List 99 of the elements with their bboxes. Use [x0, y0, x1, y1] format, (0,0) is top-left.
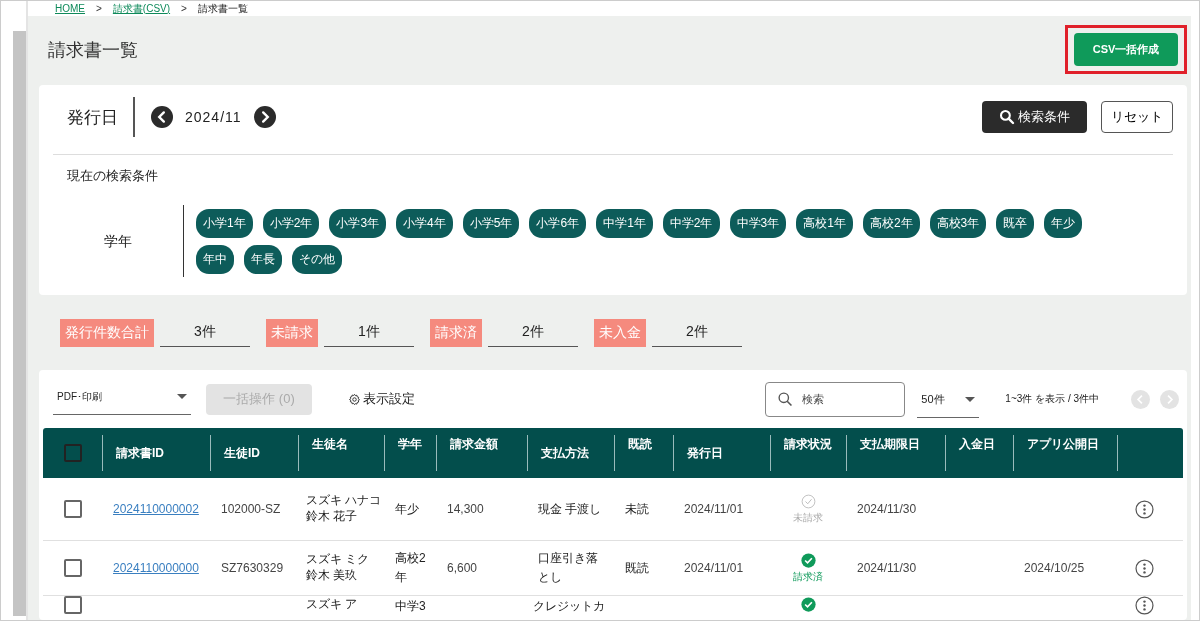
grade-label: 学年: [53, 205, 184, 277]
grade-chip: 小学4年: [396, 208, 453, 238]
grade-chip: 小学3年: [329, 208, 387, 238]
student-kana: スズキ ミク: [306, 551, 371, 566]
csv-create-button[interactable]: CSV一括作成: [1074, 33, 1178, 66]
display-settings-button[interactable]: 表示設定: [342, 389, 421, 409]
grade-chip: 高校3年: [929, 208, 987, 238]
table-cell: 102000-SZ: [221, 502, 281, 516]
table-cell: 未読: [625, 500, 649, 518]
table-cell-text: 高校2年: [395, 550, 427, 586]
grade-chip: 高校2年: [862, 208, 920, 238]
student-name: 鈴木 花子: [306, 507, 359, 525]
page-title: 請求書一覧: [48, 38, 138, 62]
table-cell: 6,600: [447, 561, 478, 575]
check-circle-icon: [800, 552, 816, 568]
summary-value: 1件: [324, 318, 414, 347]
column-header: 学年: [398, 436, 422, 453]
check-circle-icon: [800, 597, 816, 612]
previous-month-button[interactable]: [151, 106, 173, 128]
page-range: 1~3件 を表示 / 3件中: [1005, 392, 1099, 406]
print-select[interactable]: PDF･印刷: [53, 383, 191, 415]
caret-icon: [965, 397, 976, 402]
column-header: 入金日: [959, 436, 995, 453]
table-cell: 2024/11/30: [857, 502, 917, 516]
more-options-icon[interactable]: [1135, 596, 1154, 615]
summary-label: 未入金: [594, 319, 646, 347]
breadcrumb-link[interactable]: 請求書(CSV): [112, 1, 171, 16]
row-checkbox[interactable]: [63, 596, 82, 614]
summary-label: 請求済: [430, 319, 482, 347]
grade-chip: 高校1年: [796, 208, 853, 238]
date-label: 発行日: [67, 106, 119, 129]
table-cell-text: クレジットカ: [533, 598, 605, 615]
column-header: 支払期限日: [860, 436, 920, 453]
student-kana: スズキ ア: [306, 597, 359, 611]
invoice-id-link[interactable]: 2024110000002: [113, 502, 199, 516]
billing-status: 未請求: [793, 510, 823, 525]
grade-chip: 小学5年: [462, 208, 520, 238]
breadcrumb-separator: >: [181, 3, 187, 14]
row-checkbox[interactable]: [63, 500, 82, 518]
summary-label: 発行件数合計: [60, 319, 154, 347]
grade-chip: 年中: [196, 244, 234, 274]
summary-value: 2件: [652, 318, 742, 347]
table-cell: 14,300: [447, 502, 484, 516]
column-header: 請求状況: [784, 436, 832, 453]
breadcrumb-separator: >: [96, 3, 102, 14]
table-cell: 2024/11/01: [684, 561, 744, 575]
gear-icon: [348, 392, 361, 406]
table-cell: 既読: [625, 559, 649, 577]
table-cell: 2024/11/01: [684, 502, 744, 516]
grade-chip: 小学1年: [196, 208, 253, 238]
search-conditions-button[interactable]: 検索条件: [982, 101, 1087, 133]
column-header: アプリ公開日: [1027, 436, 1099, 453]
breadcrumb-link[interactable]: HOME: [55, 3, 85, 14]
current-conditions-label: 現在の検索条件: [66, 167, 159, 185]
grade-chip: 中学1年: [596, 208, 653, 238]
table-cell-text: 現金 手渡し: [538, 500, 602, 518]
row-checkbox[interactable]: [63, 559, 82, 577]
summary-value: 3件: [160, 318, 250, 347]
table-cell-text: 中学3: [395, 598, 426, 615]
search-icon: [999, 109, 1015, 125]
check-circle-icon: [800, 493, 816, 509]
column-header: 生徒ID: [224, 444, 260, 462]
grade-chip: 中学3年: [729, 208, 787, 238]
more-options-icon[interactable]: [1135, 499, 1154, 519]
grade-chip: 年少: [1044, 208, 1083, 238]
grade-chip: 小学2年: [262, 208, 320, 238]
column-header: 発行日: [687, 444, 723, 462]
column-header: 生徒名: [312, 436, 348, 453]
search-field[interactable]: 検索: [765, 381, 906, 417]
student-name: 鈴木 美玖: [306, 566, 359, 584]
search-icon: [777, 390, 795, 408]
column-header: 請求金額: [450, 436, 498, 453]
page-size-select[interactable]: 50件: [917, 380, 980, 418]
table-cell: 2024/11/30: [857, 561, 917, 575]
table-cell-text: 年少: [395, 500, 419, 518]
table-cell: 2024/10/25: [1024, 561, 1085, 575]
summary-value: 2件: [488, 318, 578, 347]
billing-status: 請求済: [793, 569, 823, 584]
grade-chip: 既卒: [996, 208, 1035, 238]
summary-label: 未請求: [266, 319, 318, 347]
next-month-button[interactable]: [253, 106, 276, 128]
reset-button[interactable]: リセット: [1101, 101, 1173, 133]
grade-chip: 小学6年: [529, 208, 587, 238]
student-kana: スズキ ハナコ: [306, 492, 383, 507]
table-cell: SZ7630329: [221, 561, 284, 575]
month-value: 2024/11: [185, 109, 242, 125]
grade-chip: 中学2年: [662, 208, 720, 238]
column-header: 既読: [628, 436, 652, 453]
select-all-checkbox[interactable]: [63, 444, 82, 462]
table-cell-text: 口座引き落とし: [538, 550, 599, 586]
invoice-id-link[interactable]: 2024110000000: [113, 561, 199, 575]
more-options-icon[interactable]: [1135, 558, 1154, 578]
grade-chip: その他: [292, 244, 342, 274]
scrollbar[interactable]: [13, 31, 26, 616]
column-header: 支払方法: [541, 444, 589, 462]
column-header: 請求書ID: [116, 444, 164, 462]
grade-chip: 年長: [244, 244, 282, 274]
breadcrumb-current: 請求書一覧: [197, 1, 248, 16]
caret-icon: [177, 394, 187, 399]
